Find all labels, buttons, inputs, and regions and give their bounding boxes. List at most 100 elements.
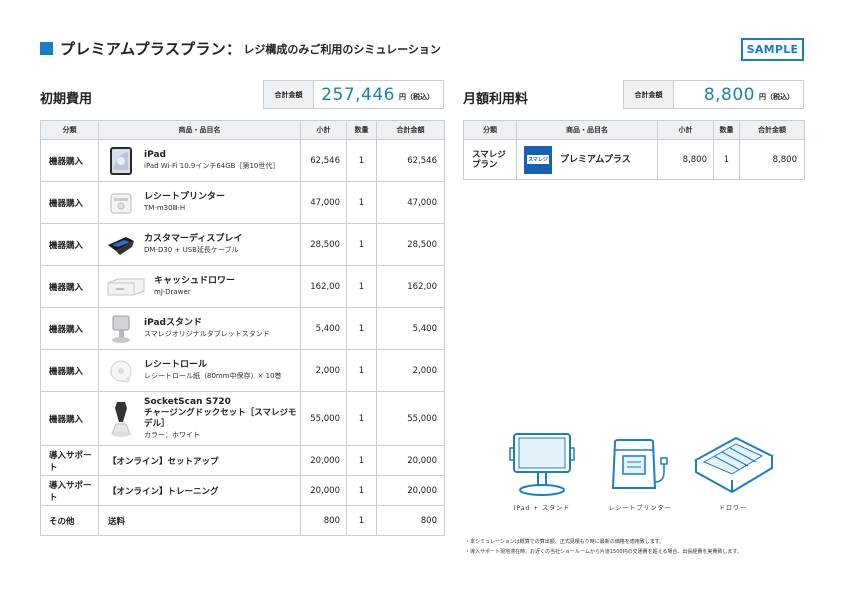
product-spec: スマレジオリジナルタブレットスタンド [144, 330, 270, 338]
product-name: 送料 [98, 505, 301, 536]
column-header: 分類 [463, 120, 517, 140]
column-header: 分類 [40, 120, 99, 140]
category-cell: 導入サポート [40, 475, 99, 506]
product-name: レシートロール [144, 360, 208, 370]
product-name: 【オンライン】セットアップ [98, 445, 301, 476]
page-subtitle: レジ構成のみご利用のシミュレーション [243, 42, 441, 56]
smaregi-logo: スマレジ [524, 145, 552, 174]
product-name: iPad [144, 150, 166, 160]
initial-total-label: 合計金額 [264, 81, 314, 108]
total-cell: 20,000 [376, 445, 445, 476]
category-cell: 導入サポート [40, 445, 99, 476]
monthly-total-label: 合計金額 [624, 81, 674, 108]
page-title-bar: プレミアムプラスプラン： レジ構成のみご利用のシミュレーション [40, 38, 441, 59]
initial-section-title: 初期費用 [40, 92, 93, 107]
table-row: 機器購入 iPadスタンド スマレジオリジナルタブレットスタンド 5,400 1… [40, 307, 445, 350]
column-header: 合計金額 [376, 120, 445, 140]
initial-cost-table: 分類 商品・品目名 小計 数量 合計金額 機器購入 iPad iPad Wi-F… [40, 120, 445, 536]
illustration-label: iPad + スタンド [513, 505, 571, 512]
column-header: 数量 [713, 120, 740, 140]
total-cell: 162,00 [376, 265, 445, 308]
title-marker [40, 42, 53, 55]
table-row: 導入サポート 【オンライン】トレーニング 20,000 1 20,000 [40, 475, 445, 506]
total-cell: 2,000 [376, 349, 445, 392]
illustration-label: ドロワー [718, 505, 747, 512]
category-cell: 機器購入 [40, 265, 99, 308]
subtotal-cell: 8,800 [657, 139, 714, 180]
column-header: 小計 [300, 120, 347, 140]
monthly-cost-table: 分類 商品・品目名 小計 数量 合計金額 スマレジプラン スマレジ プレミアムプ… [463, 120, 805, 180]
subtotal-cell: 55,000 [300, 391, 347, 446]
table-row: 機器購入 キャッシュドロワー mJ-Drawer 162,00 1 162,00 [40, 265, 445, 308]
ipad-stand-icon [106, 314, 136, 344]
product-name: iPadスタンド [144, 318, 202, 328]
footnote: ・本シミュレーションは概算での算出額、正式見積もり時に最新の価格を適用致します。 [465, 539, 665, 545]
quantity-cell: 1 [346, 475, 377, 506]
quantity-cell: 1 [346, 307, 377, 350]
receipt-roll-icon [106, 356, 136, 386]
subtotal-cell: 47,000 [300, 181, 347, 224]
table-header-row: 分類 商品・品目名 小計 数量 合計金額 [463, 120, 805, 140]
product-spec: iPad Wi-Fi 10.9インチ64GB［第10世代］ [144, 162, 280, 170]
column-header: 数量 [346, 120, 377, 140]
category-cell: 機器購入 [40, 139, 99, 182]
quantity-cell: 1 [713, 139, 740, 180]
table-row: 機器購入 iPad iPad Wi-Fi 10.9インチ64GB［第10世代］ … [40, 139, 445, 182]
category-cell: 機器購入 [40, 307, 99, 350]
table-header-row: 分類 商品・品目名 小計 数量 合計金額 [40, 120, 445, 140]
subtotal-cell: 800 [300, 505, 347, 536]
receipt-printer-illustration-icon [611, 439, 668, 489]
table-row: その他 送料 800 1 800 [40, 505, 445, 536]
total-cell: 62,546 [376, 139, 445, 182]
illustration-label: レシートプリンター [608, 505, 672, 512]
category-cell: 機器購入 [40, 223, 99, 266]
category-cell: 機器購入 [40, 349, 99, 392]
subtotal-cell: 2,000 [300, 349, 347, 392]
total-cell: 5,400 [376, 307, 445, 350]
initial-total-amount: 257,446 [321, 84, 395, 105]
page-title: プレミアムプラスプラン： [60, 40, 242, 58]
column-header: 小計 [657, 120, 714, 140]
table-row: 導入サポート 【オンライン】セットアップ 20,000 1 20,000 [40, 445, 445, 476]
total-cell: 28,500 [376, 223, 445, 266]
barcode-scanner-icon [106, 400, 136, 438]
cash-drawer-icon [106, 272, 146, 302]
category-cell: その他 [40, 505, 99, 536]
total-cell: 55,000 [376, 391, 445, 446]
product-spec: DM-D30 + USB延長ケーブル [144, 246, 239, 254]
column-header: 合計金額 [739, 120, 805, 140]
product-spec: カラー：ホワイト [144, 431, 200, 439]
product-name: レシートプリンター [144, 192, 226, 202]
ipad-icon [106, 146, 136, 176]
table-row: 機器購入 カスタマーディスプレイ DM-D30 + USB延長ケーブル 28,5… [40, 223, 445, 266]
quantity-cell: 1 [346, 181, 377, 224]
product-name: キャッシュドロワー [154, 276, 236, 286]
cash-drawer-illustration-icon [693, 436, 775, 494]
category-cell: 機器購入 [40, 391, 99, 446]
column-header: 商品・品目名 [516, 120, 658, 140]
category-cell: スマレジプラン [463, 139, 517, 180]
monthly-total-amount: 8,800 [703, 84, 755, 105]
monthly-section-title: 月額利用料 [463, 92, 529, 107]
subtotal-cell: 162,00 [300, 265, 347, 308]
subtotal-cell: 5,400 [300, 307, 347, 350]
total-cell: 8,800 [739, 139, 805, 180]
customer-display-icon [106, 230, 136, 260]
total-cell: 20,000 [376, 475, 445, 506]
subtotal-cell: 62,546 [300, 139, 347, 182]
table-row: スマレジプラン スマレジ プレミアムプラス 8,800 1 8,800 [463, 139, 805, 180]
product-name: SocketScan S720 [144, 397, 231, 407]
category-cell: 機器購入 [40, 181, 99, 224]
table-row: 機器購入 SocketScan S720 チャージングドックセット［スマレジモデ… [40, 391, 445, 446]
monthly-total-box: 合計金額 8,800 円（税込） [623, 80, 804, 109]
table-row: 機器購入 レシートプリンター TM-m30Ⅲ-H 47,000 1 47,000 [40, 181, 445, 224]
receipt-printer-icon [106, 188, 136, 218]
quantity-cell: 1 [346, 391, 377, 446]
product-spec: mJ-Drawer [154, 288, 191, 296]
plan-name: プレミアムプラス [560, 154, 631, 165]
footnote: ・導入サポート現地滞在時、お近くの当社ショールームから片道1500円の交通費を超… [465, 549, 742, 555]
product-name: 【オンライン】トレーニング [98, 475, 301, 506]
product-spec: レシートロール紙（80mm中保存）× 10巻 [144, 372, 282, 380]
quantity-cell: 1 [346, 223, 377, 266]
subtotal-cell: 28,500 [300, 223, 347, 266]
